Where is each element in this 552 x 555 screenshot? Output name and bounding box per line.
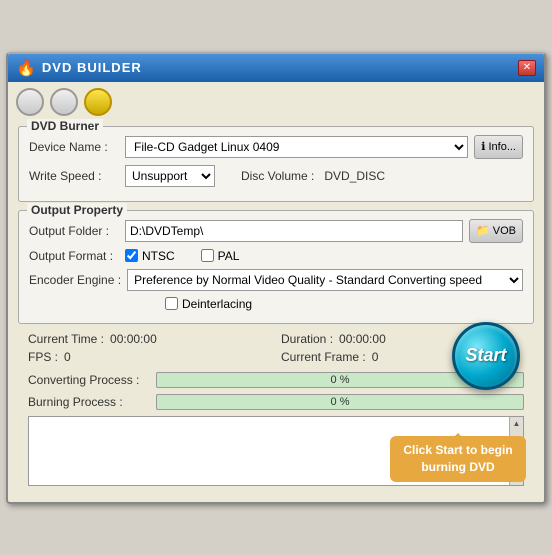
write-speed-row: Write Speed : Unsupport Disc Volume : DV…	[29, 165, 523, 187]
device-name-row: Device Name : File-CD Gadget Linux 0409 …	[29, 135, 523, 159]
burning-process-row: Burning Process : 0 %	[18, 394, 534, 410]
main-window: 🔥 DVD BUILDER ✕ DVD Burner Device Name :…	[6, 52, 546, 504]
output-format-label: Output Format :	[29, 249, 119, 263]
close-button[interactable]: ✕	[518, 60, 536, 76]
output-property-title: Output Property	[27, 203, 127, 217]
output-folder-input[interactable]	[125, 220, 463, 242]
deinterlacing-row: Deinterlacing	[165, 297, 523, 311]
pal-checkbox-label[interactable]: PAL	[201, 249, 240, 263]
burning-process-label: Burning Process :	[28, 395, 148, 409]
tooltip-text: Click Start to begin burning DVD	[403, 443, 512, 474]
info-button-label: Info...	[488, 141, 516, 153]
ntsc-checkbox-label[interactable]: NTSC	[125, 249, 175, 263]
maximize-button[interactable]	[50, 88, 78, 116]
info-button[interactable]: ℹ Info...	[474, 135, 523, 159]
encoder-engine-select[interactable]: Preference by Normal Video Quality - Sta…	[127, 269, 523, 291]
device-name-select[interactable]: File-CD Gadget Linux 0409	[125, 136, 468, 158]
restore-button[interactable]	[84, 88, 112, 116]
device-name-label: Device Name :	[29, 140, 119, 154]
burning-progress-text: 0 %	[157, 395, 523, 409]
dvd-burner-title: DVD Burner	[27, 119, 103, 133]
pal-label: PAL	[218, 249, 240, 263]
vob-button-label: VOB	[493, 225, 516, 237]
dvd-burner-group: DVD Burner Device Name : File-CD Gadget …	[18, 126, 534, 202]
converting-process-label: Converting Process :	[28, 373, 148, 387]
title-bar-left: 🔥 DVD BUILDER	[16, 58, 142, 78]
fps-value: 0	[64, 350, 71, 364]
app-icon: 🔥	[16, 58, 36, 78]
pal-checkbox[interactable]	[201, 249, 214, 262]
title-bar: 🔥 DVD BUILDER ✕	[8, 54, 544, 82]
start-button[interactable]: Start	[452, 322, 520, 390]
output-folder-label: Output Folder :	[29, 224, 119, 238]
disc-volume-value: DVD_DISC	[324, 169, 385, 183]
ntsc-checkbox[interactable]	[125, 249, 138, 262]
current-frame-value: 0	[372, 350, 379, 364]
start-tooltip: Click Start to begin burning DVD	[390, 436, 526, 482]
window-controls	[8, 82, 544, 122]
output-folder-row: Output Folder : 📁 VOB	[29, 219, 523, 243]
disc-volume-label: Disc Volume :	[241, 169, 314, 183]
vob-button[interactable]: 📁 VOB	[469, 219, 523, 243]
deinterlacing-checkbox[interactable]	[165, 297, 178, 310]
info-icon: ℹ	[481, 140, 485, 153]
ntsc-label: NTSC	[142, 249, 175, 263]
output-format-row: Output Format : NTSC PAL	[29, 249, 523, 263]
write-speed-label: Write Speed :	[29, 169, 119, 183]
main-content: DVD Burner Device Name : File-CD Gadget …	[8, 122, 544, 502]
start-button-container: Start	[452, 322, 520, 390]
progress-section: Converting Process : 0 % Burning Process…	[18, 372, 534, 410]
fps-row: FPS : 0	[28, 350, 271, 364]
duration-label: Duration :	[281, 332, 333, 346]
folder-icon: 📁	[476, 224, 490, 237]
deinterlacing-checkbox-label[interactable]: Deinterlacing	[165, 297, 252, 311]
current-time-value: 00:00:00	[110, 332, 157, 346]
output-property-group: Output Property Output Folder : 📁 VOB Ou…	[18, 210, 534, 324]
current-time-label: Current Time :	[28, 332, 104, 346]
write-speed-select[interactable]: Unsupport	[125, 165, 215, 187]
encoder-engine-label: Encoder Engine :	[29, 273, 121, 287]
current-time-row: Current Time : 00:00:00	[28, 332, 271, 346]
deinterlacing-label: Deinterlacing	[182, 297, 252, 311]
current-frame-label: Current Frame :	[281, 350, 366, 364]
scroll-up-arrow[interactable]: ▲	[513, 419, 521, 428]
duration-value: 00:00:00	[339, 332, 386, 346]
app-title: DVD BUILDER	[42, 60, 142, 75]
encoder-engine-row: Encoder Engine : Preference by Normal Vi…	[29, 269, 523, 291]
fps-label: FPS :	[28, 350, 58, 364]
minimize-button[interactable]	[16, 88, 44, 116]
burning-progress-bar: 0 %	[156, 394, 524, 410]
